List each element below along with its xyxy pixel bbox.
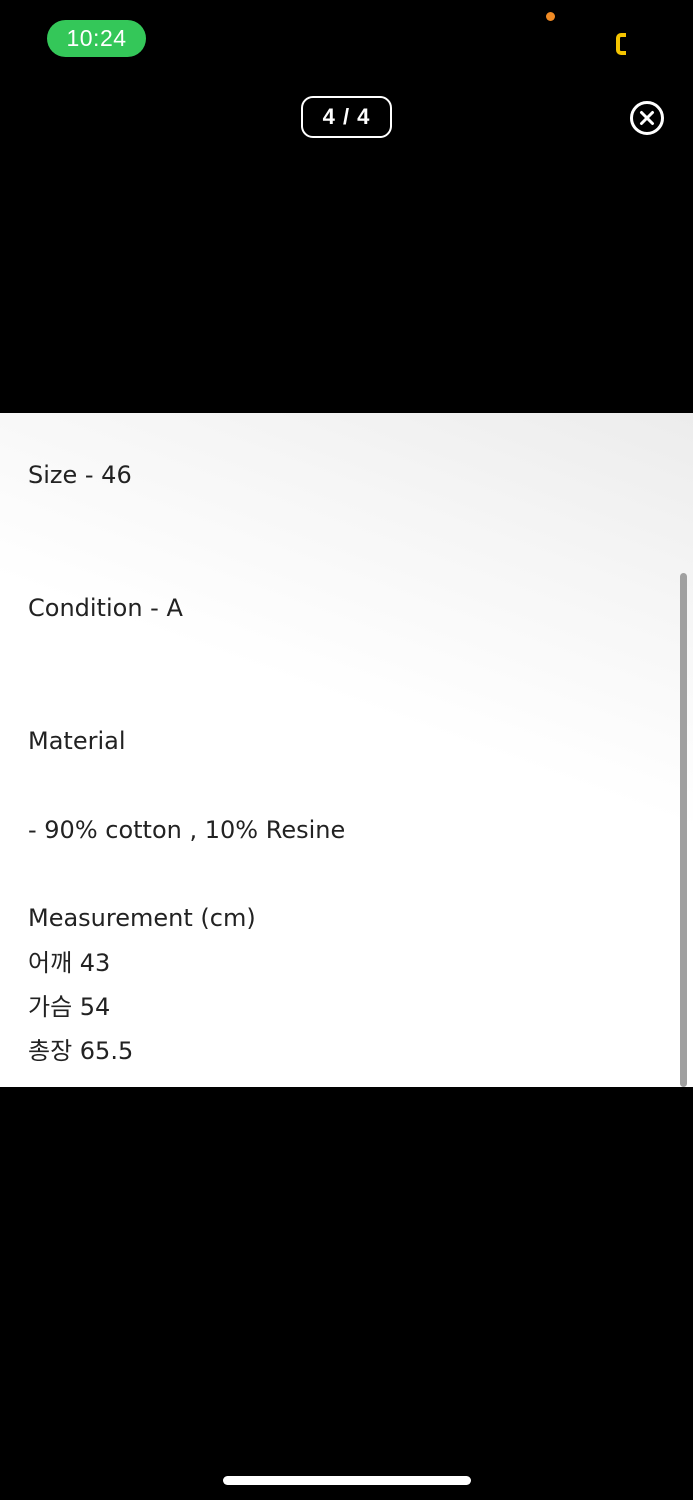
measurement-length: 총장 65.5 (28, 1037, 134, 1065)
material-heading: Material (28, 727, 126, 755)
home-indicator[interactable] (223, 1476, 471, 1485)
scrollbar[interactable] (680, 573, 687, 1087)
page-counter: 4 / 4 (301, 96, 392, 138)
battery-icon (614, 31, 626, 57)
size-text: Size - 46 (28, 461, 132, 489)
image-viewer-screen: 10:24 4 / 4 Size - 46 Condition - A Mate… (0, 0, 693, 1500)
measurement-shoulder: 어깨 43 (28, 949, 111, 977)
close-circle-icon (630, 101, 664, 135)
condition-text: Condition - A (28, 594, 183, 622)
status-time[interactable]: 10:24 (47, 20, 146, 57)
product-info-image: Size - 46 Condition - A Material - 90% c… (0, 413, 693, 1087)
measurement-heading: Measurement (cm) (28, 904, 256, 932)
close-button[interactable] (627, 98, 667, 138)
measurement-chest: 가슴 54 (28, 993, 111, 1021)
material-text: - 90% cotton , 10% Resine (28, 816, 346, 844)
privacy-indicator-dot (546, 12, 555, 21)
